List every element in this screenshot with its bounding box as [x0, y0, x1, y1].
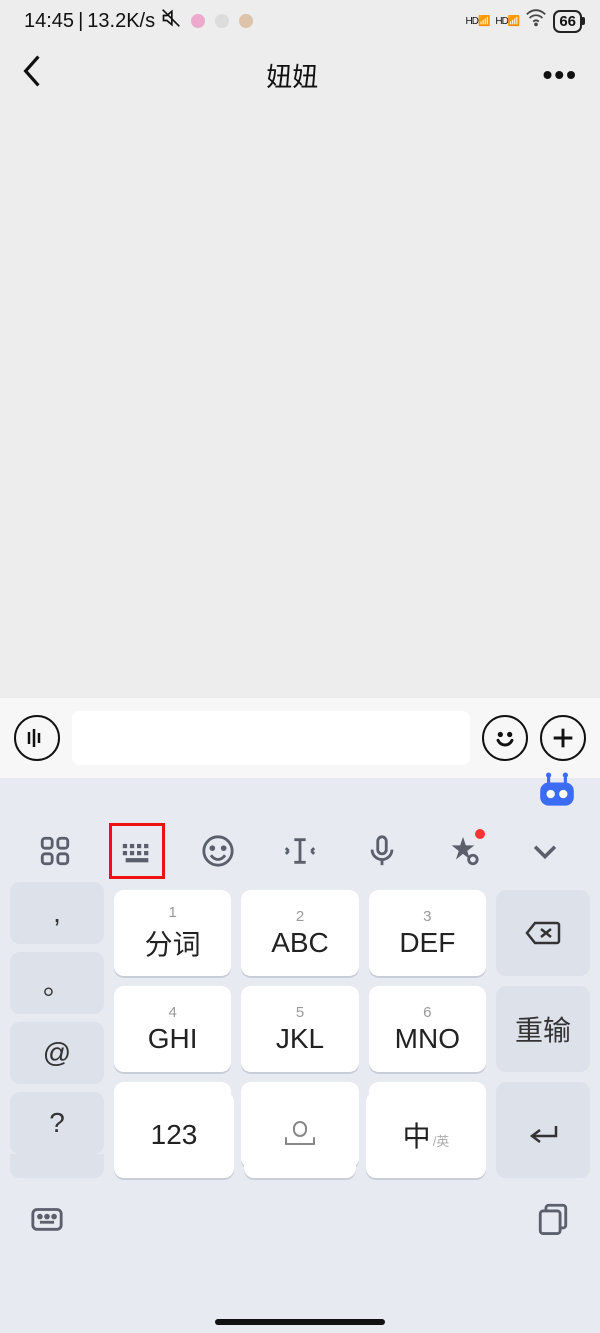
- number-key[interactable]: 123: [114, 1092, 234, 1178]
- status-left: 14:45 | 13.2K/s: [24, 8, 253, 34]
- key-5[interactable]: 5JKL: [241, 986, 358, 1072]
- key-3[interactable]: 3DEF: [369, 890, 486, 976]
- app-dot: [239, 14, 253, 28]
- enter-key[interactable]: [496, 1092, 590, 1178]
- key-6[interactable]: 6MNO: [369, 986, 486, 1072]
- tool-collapse-icon[interactable]: [517, 823, 573, 879]
- battery-icon: 66: [553, 10, 582, 33]
- clipboard-icon[interactable]: [536, 1201, 570, 1240]
- ime-bottom-bar: [0, 1188, 600, 1253]
- netspeed-label: 13.2K/s: [87, 10, 155, 33]
- chat-body[interactable]: [0, 108, 600, 698]
- side-at-key[interactable]: @: [10, 1022, 104, 1084]
- lang-key[interactable]: 中/英: [366, 1092, 486, 1178]
- ime-top: [0, 778, 600, 820]
- app-dot: [191, 14, 205, 28]
- app-dot: [215, 14, 229, 28]
- side-period-key[interactable]: 。: [10, 952, 104, 1014]
- tool-magic-icon[interactable]: [435, 823, 491, 879]
- tool-mic-icon[interactable]: [354, 823, 410, 879]
- signal-hd-icon: HD📶: [495, 16, 519, 27]
- key-1[interactable]: 1分词: [114, 890, 231, 976]
- key-2[interactable]: 2ABC: [241, 890, 358, 976]
- tool-grid-icon[interactable]: [27, 823, 83, 879]
- side-question-key[interactable]: ?: [10, 1092, 104, 1154]
- space-key[interactable]: [244, 1092, 356, 1178]
- backspace-key[interactable]: [496, 890, 590, 976]
- mute-icon: [161, 8, 181, 34]
- time-label: 14:45: [24, 10, 74, 33]
- emoji-button[interactable]: [482, 715, 528, 761]
- tool-cursor-icon[interactable]: [272, 823, 328, 879]
- status-bar: 14:45 | 13.2K/s HD📶 HD📶 66: [0, 0, 600, 42]
- more-button[interactable]: •••: [543, 59, 578, 91]
- signal-hd-icon: HD📶: [466, 16, 490, 27]
- chat-title: 妞妞: [266, 57, 318, 94]
- tool-emoji-icon[interactable]: [190, 823, 246, 879]
- message-input[interactable]: [72, 711, 470, 765]
- robot-icon[interactable]: [536, 772, 578, 808]
- plus-button[interactable]: [540, 715, 586, 761]
- status-right: HD📶 HD📶 66: [466, 7, 583, 35]
- key-4[interactable]: 4GHI: [114, 986, 231, 1072]
- side-comma-key[interactable]: ,: [10, 882, 104, 944]
- input-bar: [0, 698, 600, 778]
- home-indicator[interactable]: [215, 1319, 385, 1325]
- retype-key[interactable]: 重输: [496, 986, 590, 1072]
- notification-dot: [475, 829, 485, 839]
- tool-keyboard-icon[interactable]: [109, 823, 165, 879]
- wifi-icon: [525, 7, 547, 35]
- chat-header: 妞妞 •••: [0, 42, 600, 108]
- voice-button[interactable]: [14, 715, 60, 761]
- ime-toolbar: [0, 820, 600, 882]
- keyboard-switch-icon[interactable]: [30, 1201, 64, 1240]
- back-button[interactable]: [22, 55, 42, 95]
